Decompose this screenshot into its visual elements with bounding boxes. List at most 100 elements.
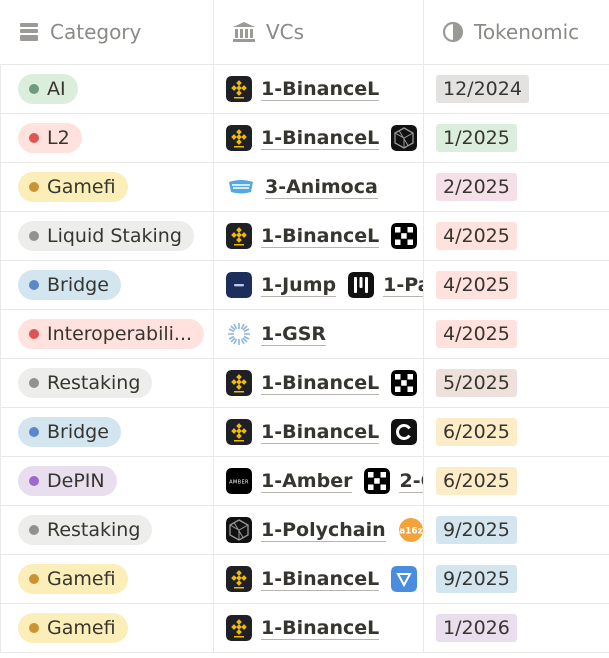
- vc-link[interactable]: T: [391, 566, 423, 592]
- tokenomic-cell[interactable]: 6/2025: [424, 408, 609, 456]
- tokenomic-date: 4/2025: [436, 222, 517, 250]
- jump-logo-icon: [226, 272, 252, 298]
- category-cell[interactable]: Gamefi: [0, 163, 214, 211]
- category-tag[interactable]: L2: [18, 123, 82, 153]
- table-row[interactable]: Liquid Staking 1-BinanceL 2 4/2025: [0, 212, 609, 261]
- vc-link[interactable]: 1-Jump: [226, 272, 337, 298]
- vc-link[interactable]: 1-BinanceL: [226, 125, 380, 151]
- tokenomic-date: 4/2025: [436, 271, 517, 299]
- category-cell[interactable]: L2: [0, 114, 214, 162]
- vc-link[interactable]: 1-BinanceL: [226, 566, 380, 592]
- column-header-category[interactable]: Category: [0, 0, 214, 64]
- category-cell[interactable]: Gamefi: [0, 604, 214, 652]
- okx-logo-icon: [364, 468, 391, 494]
- tokenomic-date: 12/2024: [436, 75, 529, 103]
- category-tag[interactable]: Bridge: [18, 417, 121, 447]
- vc-link[interactable]: 2: [391, 419, 423, 445]
- vc-name: 1-BinanceL: [261, 224, 380, 248]
- vcs-cell[interactable]: AMBER 1-Amber 2-C: [214, 457, 424, 505]
- category-tag[interactable]: Gamefi: [18, 613, 128, 643]
- vc-name: 1-BinanceL: [261, 77, 380, 101]
- category-cell[interactable]: Bridge: [0, 261, 214, 309]
- tokenomic-cell[interactable]: 4/2025: [424, 310, 609, 358]
- vc-link[interactable]: 2-C: [364, 468, 423, 494]
- tokenomic-date: 6/2025: [436, 467, 517, 495]
- vcs-cell[interactable]: 1-BinanceL T: [214, 555, 424, 603]
- vc-link[interactable]: 3-Animoca: [226, 174, 378, 200]
- vc-link[interactable]: a16z2: [398, 517, 423, 543]
- column-header-label: Category: [50, 20, 142, 44]
- vc-link[interactable]: 1-Polychain: [226, 517, 386, 543]
- vcs-cell[interactable]: 1-Jump 1-Pa: [214, 261, 424, 309]
- vc-link[interactable]: 2: [391, 223, 423, 249]
- vc-link[interactable]: 1-BinanceL: [226, 419, 380, 445]
- category-cell[interactable]: Interoperabili...: [0, 310, 214, 358]
- category-label: AI: [47, 78, 66, 100]
- table-row[interactable]: Bridge 1-Jump 1-Pa 4/2025: [0, 261, 609, 310]
- tokenomic-cell[interactable]: 5/2025: [424, 359, 609, 407]
- category-cell[interactable]: Restaking: [0, 359, 214, 407]
- vc-link[interactable]: 1-BinanceL: [226, 615, 380, 641]
- tokenomic-cell[interactable]: 6/2025: [424, 457, 609, 505]
- vc-link[interactable]: 1-BinanceL: [226, 370, 380, 396]
- category-tag[interactable]: DePIN: [18, 466, 117, 496]
- vc-link[interactable]: 1-BinanceL: [226, 223, 380, 249]
- tokenomic-cell[interactable]: 12/2024: [424, 65, 609, 113]
- category-tag[interactable]: Gamefi: [18, 172, 128, 202]
- table-row[interactable]: Gamefi 3-Animoca 2/2025: [0, 163, 609, 212]
- category-cell[interactable]: Bridge: [0, 408, 214, 456]
- tokenomic-date: 9/2025: [436, 565, 517, 593]
- vcs-cell[interactable]: 1-BinanceL: [214, 65, 424, 113]
- tokenomic-cell[interactable]: 1/2026: [424, 604, 609, 652]
- table-row[interactable]: Interoperabili... 1-GSR 4/2025: [0, 310, 609, 359]
- vc-name: 1-BinanceL: [261, 371, 380, 395]
- tokenomic-cell[interactable]: 4/2025: [424, 212, 609, 260]
- table-row[interactable]: Restaking 1-Polychain a16z2 9/2025: [0, 506, 609, 555]
- category-tag[interactable]: Restaking: [18, 368, 153, 398]
- vcs-cell[interactable]: 1-BinanceL 1: [214, 114, 424, 162]
- table-row[interactable]: Gamefi 1-BinanceL T 9/2025: [0, 555, 609, 604]
- category-label: Interoperabili...: [47, 323, 193, 345]
- category-cell[interactable]: Restaking: [0, 506, 214, 554]
- vc-link[interactable]: AMBER 1-Amber: [226, 468, 353, 494]
- tokenomic-cell[interactable]: 2/2025: [424, 163, 609, 211]
- column-header-tokenomic[interactable]: Tokenomic: [424, 0, 609, 64]
- table-row[interactable]: AI 1-BinanceL 12/2024: [0, 65, 609, 114]
- category-tag[interactable]: Restaking: [18, 515, 153, 545]
- column-header-vcs[interactable]: VCs: [214, 0, 424, 64]
- pantera-logo-icon: [348, 272, 375, 298]
- vc-link[interactable]: 1-GSR: [226, 321, 327, 347]
- table-row[interactable]: Bridge 1-BinanceL 2 6/2025: [0, 408, 609, 457]
- category-tag[interactable]: Gamefi: [18, 564, 128, 594]
- vc-link[interactable]: 1-Pa: [348, 272, 423, 298]
- vcs-cell[interactable]: 1-BinanceL 2: [214, 212, 424, 260]
- category-tag[interactable]: AI: [18, 74, 78, 104]
- category-cell[interactable]: Gamefi: [0, 555, 214, 603]
- vcs-cell[interactable]: 1-BinanceL 2: [214, 359, 424, 407]
- tokenomic-cell[interactable]: 4/2025: [424, 261, 609, 309]
- vcs-cell[interactable]: 1-GSR: [214, 310, 424, 358]
- category-tag[interactable]: Interoperabili...: [18, 319, 205, 349]
- vc-link[interactable]: 2: [391, 370, 423, 396]
- table-row[interactable]: Gamefi 1-BinanceL 1/2026: [0, 604, 609, 653]
- category-cell[interactable]: AI: [0, 65, 214, 113]
- category-cell[interactable]: DePIN: [0, 457, 214, 505]
- tag-dot-icon: [29, 525, 39, 535]
- tokenomic-cell[interactable]: 9/2025: [424, 506, 609, 554]
- table-row[interactable]: L2 1-BinanceL 1 1/2025: [0, 114, 609, 163]
- vc-link[interactable]: 1-BinanceL: [226, 76, 380, 102]
- amber-logo-icon: AMBER: [226, 468, 252, 494]
- tokenomic-cell[interactable]: 1/2025: [424, 114, 609, 162]
- table-row[interactable]: Restaking 1-BinanceL 2 5/2025: [0, 359, 609, 408]
- binance-logo-icon: [226, 125, 252, 151]
- category-tag[interactable]: Liquid Staking: [18, 221, 194, 251]
- vcs-cell[interactable]: 1-BinanceL: [214, 604, 424, 652]
- vcs-cell[interactable]: 1-Polychain a16z2: [214, 506, 424, 554]
- tokenomic-cell[interactable]: 9/2025: [424, 555, 609, 603]
- vc-link[interactable]: 1: [391, 125, 423, 151]
- vcs-cell[interactable]: 3-Animoca: [214, 163, 424, 211]
- vcs-cell[interactable]: 1-BinanceL 2: [214, 408, 424, 456]
- table-row[interactable]: DePIN AMBER 1-Amber 2-C 6/2025: [0, 457, 609, 506]
- category-cell[interactable]: Liquid Staking: [0, 212, 214, 260]
- category-tag[interactable]: Bridge: [18, 270, 121, 300]
